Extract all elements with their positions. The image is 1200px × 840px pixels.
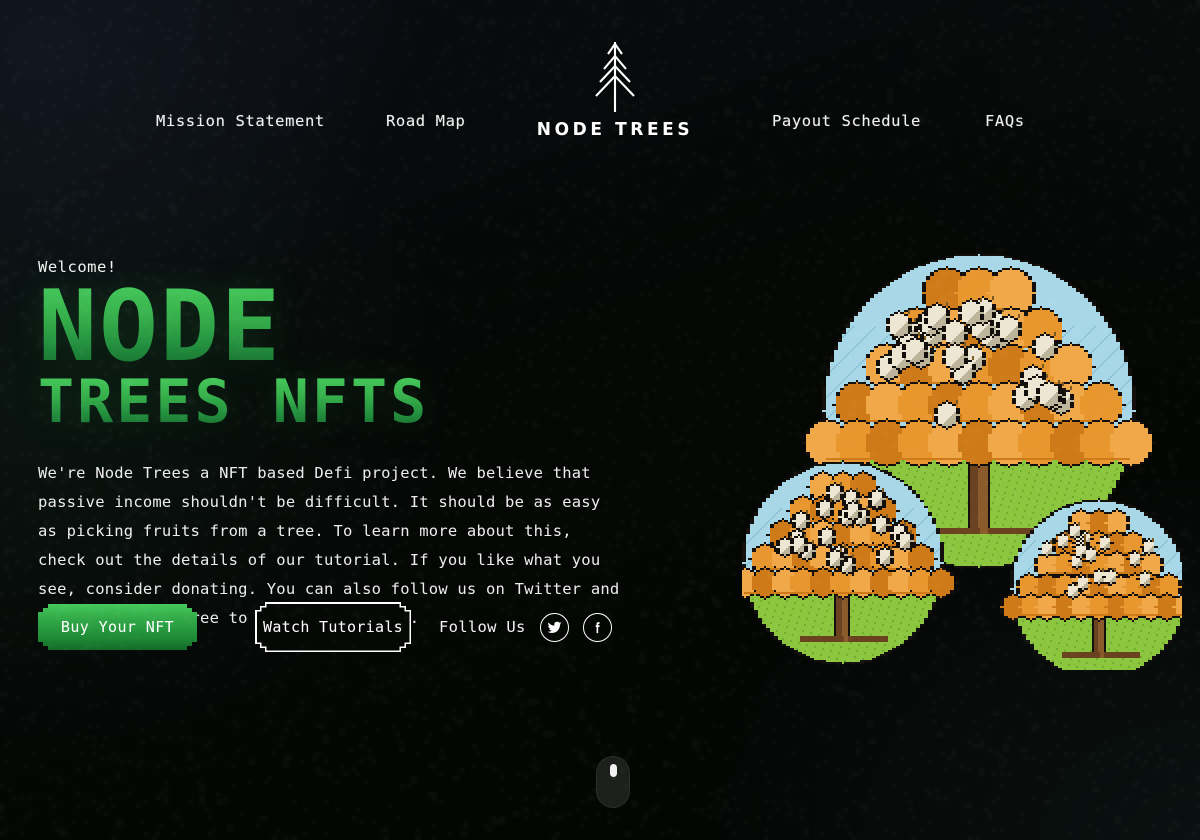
page-root: Mission Statement Road Map Payout Schedu… [0,0,1200,840]
watch-tutorials-button[interactable]: Watch Tutorials [255,602,411,652]
tree-artwork [742,238,1182,670]
hero-section: Welcome! NODE TREES NFTS We're Node Tree… [38,258,638,633]
page-title: NODE TREES NFTS [38,284,638,429]
nav-item-road-map[interactable]: Road Map [386,112,465,130]
mouse-wheel [610,764,617,777]
tree-badges-canvas [742,238,1182,670]
nav-item-payout-schedule[interactable]: Payout Schedule [772,112,921,130]
buy-nft-button[interactable]: Buy Your NFT [38,604,197,650]
nav-item-mission-statement[interactable]: Mission Statement [156,112,325,130]
pine-tree-icon [586,38,644,116]
headline-line-2: TREES NFTS [38,376,638,429]
mouse-scroll-icon [596,756,630,808]
twitter-link[interactable] [540,613,569,642]
logo-wordmark: NODE TREES [537,120,693,140]
headline-line-1: NODE [38,284,638,370]
site-logo[interactable]: NODE TREES [520,28,710,140]
main-navigation: Mission Statement Road Map Payout Schedu… [0,0,1200,170]
facebook-link[interactable] [583,613,612,642]
follow-us-label: Follow Us [439,618,526,636]
twitter-icon [547,620,562,635]
watch-tutorials-label: Watch Tutorials [257,604,410,651]
nav-item-faqs[interactable]: FAQs [985,112,1025,130]
facebook-icon [590,620,605,635]
hero-actions: Buy Your NFT Watch Tutorials Follow Us [38,602,612,652]
